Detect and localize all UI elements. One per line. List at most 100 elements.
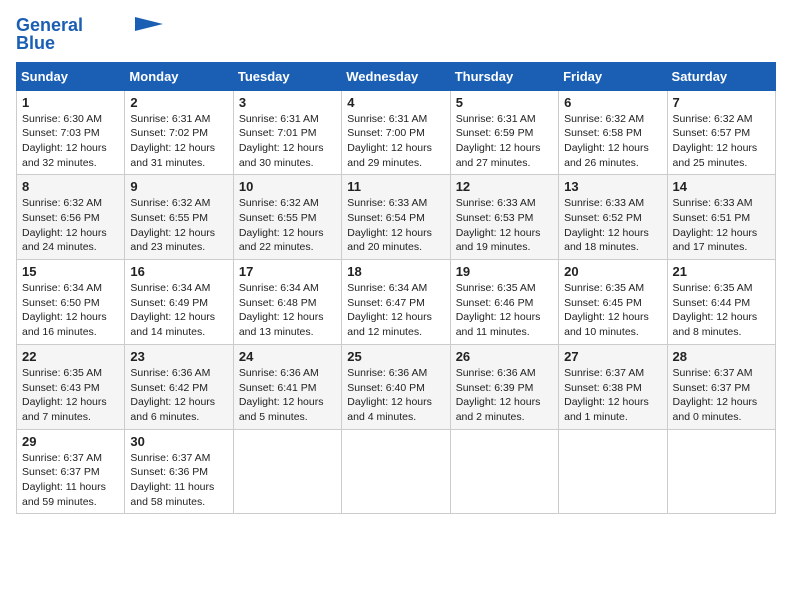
day-number: 19 [456,264,553,279]
day-number: 30 [130,434,227,449]
logo-text-blue: Blue [16,34,55,54]
day-number: 26 [456,349,553,364]
weekday-sunday: Sunday [17,62,125,90]
day-info: Sunrise: 6:33 AM Sunset: 6:51 PM Dayligh… [673,196,770,255]
day-info: Sunrise: 6:34 AM Sunset: 6:47 PM Dayligh… [347,281,444,340]
calendar-cell: 28 Sunrise: 6:37 AM Sunset: 6:37 PM Dayl… [667,344,775,429]
day-number: 15 [22,264,119,279]
day-info: Sunrise: 6:31 AM Sunset: 7:02 PM Dayligh… [130,112,227,171]
week-row-3: 15 Sunrise: 6:34 AM Sunset: 6:50 PM Dayl… [17,260,776,345]
day-number: 29 [22,434,119,449]
day-number: 6 [564,95,661,110]
day-number: 18 [347,264,444,279]
calendar-body: 1 Sunrise: 6:30 AM Sunset: 7:03 PM Dayli… [17,90,776,514]
day-info: Sunrise: 6:35 AM Sunset: 6:45 PM Dayligh… [564,281,661,340]
day-number: 27 [564,349,661,364]
day-number: 14 [673,179,770,194]
calendar-cell [559,429,667,514]
calendar-cell: 27 Sunrise: 6:37 AM Sunset: 6:38 PM Dayl… [559,344,667,429]
day-number: 1 [22,95,119,110]
day-info: Sunrise: 6:34 AM Sunset: 6:50 PM Dayligh… [22,281,119,340]
weekday-wednesday: Wednesday [342,62,450,90]
header-area: General Blue [16,16,776,54]
week-row-2: 8 Sunrise: 6:32 AM Sunset: 6:56 PM Dayli… [17,175,776,260]
calendar-cell: 18 Sunrise: 6:34 AM Sunset: 6:47 PM Dayl… [342,260,450,345]
day-number: 17 [239,264,336,279]
day-info: Sunrise: 6:33 AM Sunset: 6:52 PM Dayligh… [564,196,661,255]
day-info: Sunrise: 6:36 AM Sunset: 6:41 PM Dayligh… [239,366,336,425]
calendar-cell [233,429,341,514]
day-number: 3 [239,95,336,110]
calendar-cell: 16 Sunrise: 6:34 AM Sunset: 6:49 PM Dayl… [125,260,233,345]
day-info: Sunrise: 6:32 AM Sunset: 6:56 PM Dayligh… [22,196,119,255]
weekday-tuesday: Tuesday [233,62,341,90]
day-info: Sunrise: 6:33 AM Sunset: 6:54 PM Dayligh… [347,196,444,255]
logo: General Blue [16,16,163,54]
weekday-saturday: Saturday [667,62,775,90]
day-number: 8 [22,179,119,194]
day-info: Sunrise: 6:37 AM Sunset: 6:37 PM Dayligh… [22,451,119,510]
calendar-cell: 30 Sunrise: 6:37 AM Sunset: 6:36 PM Dayl… [125,429,233,514]
day-number: 5 [456,95,553,110]
calendar-cell: 23 Sunrise: 6:36 AM Sunset: 6:42 PM Dayl… [125,344,233,429]
day-number: 21 [673,264,770,279]
weekday-friday: Friday [559,62,667,90]
logo-icon [135,17,163,31]
calendar-cell: 5 Sunrise: 6:31 AM Sunset: 6:59 PM Dayli… [450,90,558,175]
calendar-cell [450,429,558,514]
calendar-cell: 15 Sunrise: 6:34 AM Sunset: 6:50 PM Dayl… [17,260,125,345]
calendar: SundayMondayTuesdayWednesdayThursdayFrid… [16,62,776,515]
calendar-cell: 26 Sunrise: 6:36 AM Sunset: 6:39 PM Dayl… [450,344,558,429]
day-info: Sunrise: 6:37 AM Sunset: 6:36 PM Dayligh… [130,451,227,510]
week-row-5: 29 Sunrise: 6:37 AM Sunset: 6:37 PM Dayl… [17,429,776,514]
day-info: Sunrise: 6:31 AM Sunset: 7:01 PM Dayligh… [239,112,336,171]
day-info: Sunrise: 6:32 AM Sunset: 6:55 PM Dayligh… [239,196,336,255]
calendar-cell: 21 Sunrise: 6:35 AM Sunset: 6:44 PM Dayl… [667,260,775,345]
day-number: 20 [564,264,661,279]
day-info: Sunrise: 6:37 AM Sunset: 6:38 PM Dayligh… [564,366,661,425]
weekday-header-row: SundayMondayTuesdayWednesdayThursdayFrid… [17,62,776,90]
day-info: Sunrise: 6:35 AM Sunset: 6:44 PM Dayligh… [673,281,770,340]
calendar-cell: 7 Sunrise: 6:32 AM Sunset: 6:57 PM Dayli… [667,90,775,175]
day-info: Sunrise: 6:35 AM Sunset: 6:43 PM Dayligh… [22,366,119,425]
day-info: Sunrise: 6:31 AM Sunset: 7:00 PM Dayligh… [347,112,444,171]
day-number: 2 [130,95,227,110]
day-number: 12 [456,179,553,194]
day-number: 4 [347,95,444,110]
calendar-cell: 14 Sunrise: 6:33 AM Sunset: 6:51 PM Dayl… [667,175,775,260]
day-number: 23 [130,349,227,364]
day-info: Sunrise: 6:34 AM Sunset: 6:49 PM Dayligh… [130,281,227,340]
week-row-1: 1 Sunrise: 6:30 AM Sunset: 7:03 PM Dayli… [17,90,776,175]
day-info: Sunrise: 6:36 AM Sunset: 6:40 PM Dayligh… [347,366,444,425]
calendar-cell: 24 Sunrise: 6:36 AM Sunset: 6:41 PM Dayl… [233,344,341,429]
day-info: Sunrise: 6:36 AM Sunset: 6:39 PM Dayligh… [456,366,553,425]
calendar-cell: 29 Sunrise: 6:37 AM Sunset: 6:37 PM Dayl… [17,429,125,514]
day-number: 22 [22,349,119,364]
day-number: 24 [239,349,336,364]
calendar-cell: 13 Sunrise: 6:33 AM Sunset: 6:52 PM Dayl… [559,175,667,260]
day-info: Sunrise: 6:34 AM Sunset: 6:48 PM Dayligh… [239,281,336,340]
day-number: 13 [564,179,661,194]
calendar-cell: 17 Sunrise: 6:34 AM Sunset: 6:48 PM Dayl… [233,260,341,345]
calendar-cell: 19 Sunrise: 6:35 AM Sunset: 6:46 PM Dayl… [450,260,558,345]
weekday-monday: Monday [125,62,233,90]
day-info: Sunrise: 6:37 AM Sunset: 6:37 PM Dayligh… [673,366,770,425]
weekday-thursday: Thursday [450,62,558,90]
day-info: Sunrise: 6:30 AM Sunset: 7:03 PM Dayligh… [22,112,119,171]
day-info: Sunrise: 6:33 AM Sunset: 6:53 PM Dayligh… [456,196,553,255]
day-number: 25 [347,349,444,364]
calendar-cell: 10 Sunrise: 6:32 AM Sunset: 6:55 PM Dayl… [233,175,341,260]
calendar-cell: 22 Sunrise: 6:35 AM Sunset: 6:43 PM Dayl… [17,344,125,429]
day-number: 7 [673,95,770,110]
calendar-cell [667,429,775,514]
day-number: 10 [239,179,336,194]
day-number: 9 [130,179,227,194]
calendar-cell: 12 Sunrise: 6:33 AM Sunset: 6:53 PM Dayl… [450,175,558,260]
calendar-cell: 25 Sunrise: 6:36 AM Sunset: 6:40 PM Dayl… [342,344,450,429]
day-number: 16 [130,264,227,279]
calendar-cell: 20 Sunrise: 6:35 AM Sunset: 6:45 PM Dayl… [559,260,667,345]
calendar-cell: 9 Sunrise: 6:32 AM Sunset: 6:55 PM Dayli… [125,175,233,260]
calendar-cell: 8 Sunrise: 6:32 AM Sunset: 6:56 PM Dayli… [17,175,125,260]
day-info: Sunrise: 6:35 AM Sunset: 6:46 PM Dayligh… [456,281,553,340]
day-info: Sunrise: 6:31 AM Sunset: 6:59 PM Dayligh… [456,112,553,171]
